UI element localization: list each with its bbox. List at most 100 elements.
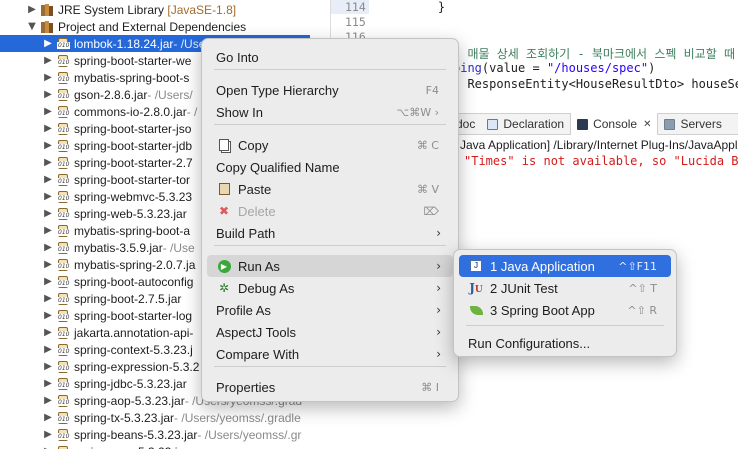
chevron-right-icon[interactable]: ▶ bbox=[42, 259, 54, 270]
tree-node-label: mybatis-3.5.9.jar bbox=[74, 240, 163, 255]
menu-item-copy-qualified-name[interactable]: Copy Qualified Name bbox=[207, 156, 453, 178]
chevron-right-icon[interactable]: ▶ bbox=[42, 293, 54, 304]
chevron-right-icon[interactable]: ▶ bbox=[42, 344, 54, 355]
chevron-right-icon[interactable]: ▶ bbox=[42, 157, 54, 168]
tree-node-label: spring-context-5.3.23.j bbox=[74, 342, 193, 357]
tree-node-label: Project and External Dependencies bbox=[58, 19, 247, 34]
chevron-right-icon[interactable]: ▶ bbox=[42, 208, 54, 219]
tree-node-project-deps[interactable]: ▼ Project and External Dependencies bbox=[0, 18, 310, 35]
menu-item-debug-as[interactable]: ✲ Debug As › bbox=[207, 277, 453, 299]
chevron-right-icon[interactable]: ▶ bbox=[42, 123, 54, 134]
jar-icon: 010 bbox=[56, 258, 71, 272]
menu-item-profile-as[interactable]: Profile As › bbox=[207, 299, 453, 321]
menu-item-compare-with[interactable]: Compare With › bbox=[207, 343, 453, 365]
chevron-right-icon[interactable]: ▶ bbox=[42, 310, 54, 321]
chevron-right-icon[interactable]: ▶ bbox=[42, 140, 54, 151]
jar-icon: 010 bbox=[56, 394, 71, 408]
menu-item-shortcut: ^⇧ T bbox=[628, 281, 657, 295]
menu-item-go-into[interactable]: Go Into bbox=[207, 46, 453, 68]
jar-icon: 010 bbox=[56, 37, 71, 51]
chevron-right-icon[interactable]: ▶ bbox=[42, 89, 54, 100]
menu-item-label: 2 JUnit Test bbox=[490, 280, 558, 296]
chevron-right-icon[interactable]: ▶ bbox=[42, 378, 54, 389]
library-icon bbox=[40, 3, 54, 17]
menu-item-aspectj-tools[interactable]: AspectJ Tools › bbox=[207, 321, 453, 343]
submenu-item-2-junit-test[interactable]: JU 2 JUnit Test ^⇧ T bbox=[459, 277, 671, 299]
delete-icon: ✖ bbox=[218, 204, 230, 218]
jar-icon: 010 bbox=[56, 343, 71, 357]
chevron-right-icon[interactable]: ▶ bbox=[42, 276, 54, 287]
chevron-right-icon[interactable]: ▶ bbox=[42, 174, 54, 185]
menu-item-label: Show In bbox=[216, 104, 263, 120]
chevron-right-icon[interactable]: ▶ bbox=[42, 361, 54, 372]
menu-separator bbox=[214, 245, 446, 246]
tree-node-label: commons-io-2.8.0.jar bbox=[74, 104, 187, 119]
tree-node-jar[interactable]: ▶ 010 spring-beans-5.3.23.jar - /Users/yeo… bbox=[0, 426, 310, 443]
tree-node-jar[interactable]: ▶ 010 spring-tx-5.3.23.jar - /Users/yeomss… bbox=[0, 409, 310, 426]
chevron-right-icon[interactable]: ▶ bbox=[42, 327, 54, 338]
submenu-item-3-spring-boot-app[interactable]: 3 Spring Boot App ^⇧ R bbox=[459, 299, 671, 321]
declaration-icon bbox=[487, 118, 499, 130]
code-line: ResponseEntity<HouseResultDto> houseSe bbox=[453, 77, 738, 91]
tree-node-jar[interactable]: ▶010spring-core-5.3.23.jar bbox=[0, 443, 310, 449]
menu-item-copy[interactable]: Copy ⌘ C bbox=[207, 134, 453, 156]
chevron-right-icon[interactable]: ▶ bbox=[42, 225, 54, 236]
tree-node-jre-library[interactable]: ▶ JRE System Library [JavaSE-1.8] bbox=[0, 1, 310, 18]
jar-icon: 010 bbox=[56, 71, 71, 85]
tree-node-path: - / bbox=[186, 104, 198, 119]
menu-separator bbox=[466, 325, 664, 326]
menu-item-shortcut: ^⇧F11 bbox=[618, 259, 657, 273]
menu-item-show-in[interactable]: Show In ⌥⌘W › bbox=[207, 101, 453, 123]
chevron-right-icon[interactable]: ▶ bbox=[42, 429, 54, 440]
chevron-right-icon[interactable]: ▶ bbox=[42, 72, 54, 83]
menu-item-properties[interactable]: Properties ⌘ I bbox=[207, 376, 453, 398]
tree-node-label: jakarta.annotation-api- bbox=[74, 325, 194, 340]
menu-item-label: Compare With bbox=[216, 346, 300, 362]
menu-item-label: Copy bbox=[238, 137, 269, 153]
chevron-right-icon[interactable]: ▶ bbox=[42, 395, 54, 406]
spring-boot-icon bbox=[468, 302, 484, 318]
chevron-right-icon[interactable]: ▶ bbox=[42, 242, 54, 253]
paste-icon bbox=[216, 181, 232, 197]
chevron-right-icon[interactable]: ▶ bbox=[42, 191, 54, 202]
tree-node-label: spring-webmvc-5.3.23 bbox=[74, 189, 193, 204]
chevron-down-icon[interactable]: ▼ bbox=[26, 21, 38, 32]
chevron-right-icon[interactable]: ▶ bbox=[42, 106, 54, 117]
tree-node-path: - /Use bbox=[162, 240, 195, 255]
menu-item-label: AspectJ Tools bbox=[216, 324, 296, 340]
tree-node-label: spring-boot-starter-log bbox=[74, 308, 193, 323]
jar-icon: 010 bbox=[56, 190, 71, 204]
chevron-right-icon[interactable]: ▶ bbox=[42, 412, 54, 423]
junit-icon: JU bbox=[469, 281, 483, 295]
menu-item-build-path[interactable]: Build Path › bbox=[207, 222, 453, 244]
tab-console[interactable]: Console ✕ bbox=[570, 113, 659, 135]
menu-item-label: Debug As bbox=[238, 280, 295, 296]
close-icon[interactable]: ✕ bbox=[643, 119, 651, 130]
jar-icon: 010 bbox=[56, 173, 71, 187]
tree-node-label: mybatis-spring-2.0.7.ja bbox=[74, 257, 196, 272]
jar-icon: 010 bbox=[56, 309, 71, 323]
tab-declaration[interactable]: Declaration bbox=[481, 113, 570, 135]
jar-icon: 010 bbox=[56, 54, 71, 68]
menu-item-delete: ✖ Delete ⌦ bbox=[207, 200, 453, 222]
menu-item-paste[interactable]: Paste ⌘ V bbox=[207, 178, 453, 200]
submenu-item-1-java-application[interactable]: J 1 Java Application ^⇧F11 bbox=[459, 255, 671, 277]
chevron-right-icon[interactable]: ▶ bbox=[42, 38, 54, 49]
tree-node-label: spring-boot-starter-2.7 bbox=[74, 155, 193, 170]
chevron-right-icon[interactable]: ▶ bbox=[42, 55, 54, 66]
tab-servers[interactable]: Servers bbox=[658, 113, 727, 135]
run-as-submenu: J 1 Java Application ^⇧F11 JU 2 JUnit Test ^⇧… bbox=[453, 249, 677, 357]
tree-node-label: spring-jdbc-5.3.23.jar bbox=[74, 376, 187, 391]
menu-item-run-as[interactable]: ▶ Run As › bbox=[207, 255, 453, 277]
menu-item-shortcut: ⌥⌘W › bbox=[396, 105, 439, 119]
tree-node-label: spring-boot-starter-we bbox=[74, 53, 192, 68]
menu-item-label: Build Path bbox=[216, 225, 276, 241]
chevron-right-icon[interactable]: ▶ bbox=[26, 4, 38, 15]
menu-item-label: Profile As bbox=[216, 302, 271, 318]
tree-node-label: spring-boot-starter-tor bbox=[74, 172, 191, 187]
jar-icon: 010 bbox=[56, 88, 71, 102]
menu-item-open-type-hierarchy[interactable]: Open Type Hierarchy F4 bbox=[207, 79, 453, 101]
submenu-item-run-configurations-[interactable]: Run Configurations... bbox=[459, 332, 671, 354]
jar-icon: 010 bbox=[56, 139, 71, 153]
tree-node-path: - /Users/yeomss/.gradle bbox=[174, 410, 301, 425]
